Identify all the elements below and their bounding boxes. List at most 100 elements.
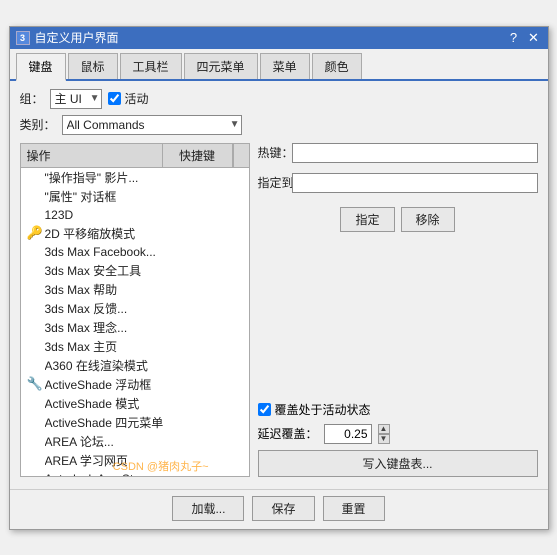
category-select[interactable]: All Commands xyxy=(62,115,242,135)
bottom-bar: 加载... 保存 重置 xyxy=(10,489,548,529)
category-select-wrapper: All Commands ▼ xyxy=(62,115,242,135)
list-item-name: 2D 平移缩放模式 xyxy=(45,225,173,242)
list-item[interactable]: 🔑2D 平移缩放模式 xyxy=(21,224,249,243)
list-item-name: ActiveShade 浮动框 xyxy=(45,376,173,393)
active-checkbox[interactable] xyxy=(108,92,121,105)
list-header: 操作 快捷键 xyxy=(20,143,250,167)
assign-to-input[interactable] xyxy=(292,173,538,193)
no-icon xyxy=(27,471,43,477)
list-item[interactable]: A360 在线渲染模式 xyxy=(21,356,249,375)
no-icon xyxy=(27,414,43,430)
delay-row: 延迟覆盖： 0.25 ▲ ▼ xyxy=(258,424,538,444)
no-icon xyxy=(27,452,43,468)
window-title: 自定义用户界面 xyxy=(35,29,119,46)
list-item[interactable]: ActiveShade 模式 xyxy=(21,394,249,413)
list-item-name: 3ds Max 反馈... xyxy=(45,300,173,317)
delay-down-arrow[interactable]: ▼ xyxy=(378,434,390,444)
tab-toolbar[interactable]: 工具栏 xyxy=(120,53,182,79)
delay-input[interactable]: 0.25 xyxy=(324,424,372,444)
list-item-name: AREA 论坛... xyxy=(45,433,173,450)
title-bar: 3 自定义用户界面 ? ✕ xyxy=(10,27,548,49)
list-item-name: 3ds Max 主页 xyxy=(45,338,173,355)
category-row: 类别： All Commands ▼ xyxy=(20,115,538,135)
col-shortcut: 快捷键 xyxy=(163,144,233,167)
tab-keyboard[interactable]: 键盘 xyxy=(16,53,66,81)
list-item[interactable]: "属性" 对话框 xyxy=(21,187,249,206)
group-label: 组： xyxy=(20,90,44,107)
list-item[interactable]: 3ds Max 主页 xyxy=(21,337,249,356)
list-item-name: 3ds Max 帮助 xyxy=(45,281,173,298)
group-select[interactable]: 主 UI xyxy=(50,89,102,109)
list-item-name: ActiveShade 模式 xyxy=(45,395,173,412)
write-keyboard-button[interactable]: 写入键盘表... xyxy=(258,450,538,477)
main-area: 操作 快捷键 "操作指导" 影片..."属性" 对话框123D🔑2D 平移缩放模… xyxy=(20,143,538,477)
list-item[interactable]: Autodesk App Stor... xyxy=(21,470,249,477)
list-item[interactable]: 3ds Max 帮助 xyxy=(21,280,249,299)
right-panel: 热键： 指定到： 指定 移除 xyxy=(258,143,538,477)
hotkey-input[interactable] xyxy=(292,143,538,163)
active-label: 活动 xyxy=(125,90,149,107)
list-item[interactable]: 123D xyxy=(21,206,249,224)
no-icon xyxy=(27,338,43,354)
list-scroll-area[interactable]: "操作指导" 影片..."属性" 对话框123D🔑2D 平移缩放模式3ds Ma… xyxy=(20,167,250,477)
window-controls: ? ✕ xyxy=(506,30,542,46)
list-item[interactable]: 3ds Max 理念... xyxy=(21,318,249,337)
tab-menu[interactable]: 菜单 xyxy=(260,53,310,79)
tab-content: 组： 主 UI ▼ 活动 类别： All Commands ▼ xyxy=(10,81,548,485)
close-button[interactable]: ✕ xyxy=(526,30,542,46)
load-button[interactable]: 加载... xyxy=(172,496,244,521)
list-item[interactable]: 3ds Max Facebook... xyxy=(21,243,249,261)
save-button[interactable]: 保存 xyxy=(252,496,314,521)
assign-to-label: 指定到： xyxy=(258,174,286,191)
list-item-name: AREA 学习网页 xyxy=(45,452,173,469)
no-icon xyxy=(27,244,43,260)
no-icon xyxy=(27,395,43,411)
list-item-name: Autodesk App Stor... xyxy=(45,472,173,477)
tab-quad-menu[interactable]: 四元菜单 xyxy=(184,53,258,79)
no-icon xyxy=(27,300,43,316)
delay-spinner: ▲ ▼ xyxy=(378,424,390,444)
assign-button[interactable]: 指定 xyxy=(340,207,394,232)
no-icon xyxy=(27,188,43,204)
no-icon xyxy=(27,262,43,278)
list-item[interactable]: 3ds Max 反馈... xyxy=(21,299,249,318)
assign-remove-buttons: 指定 移除 xyxy=(258,207,538,232)
hotkey-row: 热键： xyxy=(258,143,538,163)
main-window: 3 自定义用户界面 ? ✕ 键盘 鼠标 工具栏 四元菜单 菜单 颜色 组： 主 … xyxy=(9,26,549,530)
tab-mouse[interactable]: 鼠标 xyxy=(68,53,118,79)
hotkey-label: 热键： xyxy=(258,144,286,161)
remove-button[interactable]: 移除 xyxy=(401,207,455,232)
right-bottom: 覆盖处于活动状态 延迟覆盖： 0.25 ▲ ▼ 写入键盘表... xyxy=(258,401,538,477)
overlay-checkbox[interactable] xyxy=(258,403,271,416)
list-item-name: ActiveShade 四元菜单 xyxy=(45,414,173,431)
delay-up-arrow[interactable]: ▲ xyxy=(378,424,390,434)
no-icon xyxy=(27,319,43,335)
tab-color[interactable]: 颜色 xyxy=(312,53,362,79)
overlay-label: 覆盖处于活动状态 xyxy=(275,401,371,418)
list-item[interactable]: AREA 论坛... xyxy=(21,432,249,451)
group-select-wrapper: 主 UI ▼ xyxy=(50,89,102,109)
group-row: 组： 主 UI ▼ 活动 xyxy=(20,89,538,109)
list-panel: 操作 快捷键 "操作指导" 影片..."属性" 对话框123D🔑2D 平移缩放模… xyxy=(20,143,250,477)
list-item[interactable]: ActiveShade 四元菜单 xyxy=(21,413,249,432)
no-icon xyxy=(27,433,43,449)
no-icon xyxy=(27,357,43,373)
help-button[interactable]: ? xyxy=(506,30,522,46)
list-item-name: 123D xyxy=(45,208,173,222)
list-item[interactable]: AREA 学习网页 xyxy=(21,451,249,470)
list-item[interactable]: 3ds Max 安全工具 xyxy=(21,261,249,280)
col-action: 操作 xyxy=(21,144,163,167)
list-item-name: 3ds Max 安全工具 xyxy=(45,262,173,279)
reset-button[interactable]: 重置 xyxy=(323,496,385,521)
list-item-name: "操作指导" 影片... xyxy=(45,169,173,186)
no-icon xyxy=(27,281,43,297)
no-icon xyxy=(27,169,43,185)
list-item[interactable]: 🔧ActiveShade 浮动框 xyxy=(21,375,249,394)
active-checkbox-row: 活动 xyxy=(108,90,149,107)
tab-bar: 键盘 鼠标 工具栏 四元菜单 菜单 颜色 xyxy=(10,49,548,81)
key-icon: 🔑 xyxy=(27,225,43,241)
list-item[interactable]: "操作指导" 影片... xyxy=(21,168,249,187)
category-label: 类别： xyxy=(20,116,56,133)
no-icon xyxy=(27,207,43,223)
tool-icon: 🔧 xyxy=(27,376,43,392)
